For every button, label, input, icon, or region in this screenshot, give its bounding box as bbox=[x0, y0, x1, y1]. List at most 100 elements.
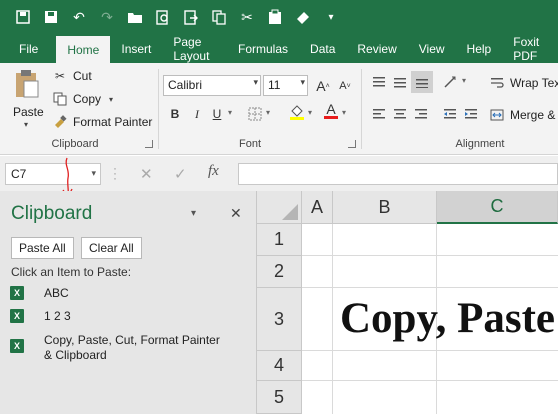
wrap-text-button[interactable]: Wrap Tex bbox=[489, 76, 558, 90]
close-icon[interactable]: ✕ bbox=[230, 205, 242, 222]
tab-foxit-pdf[interactable]: Foxit PDF bbox=[502, 34, 558, 63]
enter-icon[interactable]: ✓ bbox=[174, 165, 187, 183]
merge-center-button[interactable]: Merge & bbox=[489, 108, 555, 122]
paste-all-button[interactable]: Paste All bbox=[11, 237, 74, 259]
format-painter-label: Format Painter bbox=[73, 115, 153, 129]
align-left-button[interactable] bbox=[370, 105, 388, 123]
export-icon[interactable] bbox=[180, 6, 202, 28]
align-middle-icon bbox=[394, 78, 406, 88]
chevron-down-icon[interactable]: ▾ bbox=[308, 108, 312, 117]
clear-all-button[interactable]: Clear All bbox=[81, 237, 142, 259]
row-header-4[interactable]: 4 bbox=[257, 351, 302, 381]
clipboard-item[interactable]: X 1 2 3 bbox=[10, 309, 71, 324]
redo-icon[interactable]: ↷ bbox=[96, 6, 118, 28]
tab-data[interactable]: Data bbox=[299, 34, 346, 63]
align-bottom-button[interactable] bbox=[411, 71, 433, 93]
tab-formulas[interactable]: Formulas bbox=[227, 34, 299, 63]
format-painter-button[interactable]: Format Painter bbox=[52, 115, 152, 129]
worksheet-grid[interactable]: A B C 1 2 3 4 5 Copy, Paste bbox=[257, 191, 558, 414]
tab-insert[interactable]: Insert bbox=[110, 34, 162, 63]
chevron-down-icon: ▾ bbox=[109, 94, 114, 104]
bold-label: B bbox=[170, 107, 180, 121]
tab-home[interactable]: Home bbox=[56, 36, 111, 63]
format-painter-icon[interactable] bbox=[292, 6, 314, 28]
chevron-down-icon[interactable]: ▾ bbox=[266, 108, 270, 117]
gridline bbox=[302, 350, 558, 351]
clipboard-pane: Clipboard ▾ ✕ Paste All Clear All Click … bbox=[0, 191, 257, 414]
chevron-down-icon[interactable]: ▾ bbox=[462, 76, 466, 85]
align-middle-button[interactable] bbox=[391, 73, 409, 91]
chevron-down-icon[interactable]: ▾ bbox=[342, 108, 346, 117]
cancel-icon[interactable]: ✕ bbox=[140, 165, 153, 183]
merge-label: Merge & bbox=[510, 108, 556, 122]
name-box-value: C7 bbox=[11, 167, 27, 181]
underline-button[interactable]: U bbox=[208, 105, 226, 123]
font-dialog-launcher[interactable] bbox=[348, 140, 356, 148]
group-divider bbox=[361, 69, 362, 149]
clipboard-item[interactable]: X ABC bbox=[10, 286, 69, 301]
align-top-icon bbox=[373, 77, 385, 87]
chevron-down-icon[interactable]: ▾ bbox=[228, 108, 232, 117]
cell-b3-text[interactable]: Copy, Paste bbox=[340, 294, 555, 343]
select-all-button[interactable] bbox=[257, 191, 302, 224]
chevron-down-icon: ▾ bbox=[91, 168, 96, 178]
fill-color-button[interactable] bbox=[288, 103, 306, 121]
clipboard-item-text: ABC bbox=[44, 286, 69, 300]
cut-button[interactable]: ✂ Cut bbox=[52, 69, 92, 83]
row-header-1[interactable]: 1 bbox=[257, 224, 302, 256]
decrease-indent-button[interactable] bbox=[441, 105, 459, 123]
font-color-button[interactable]: A bbox=[322, 101, 340, 119]
vertical-dots-icon[interactable]: · · · bbox=[113, 162, 117, 184]
align-center-icon bbox=[394, 109, 406, 119]
font-name-combo[interactable]: Calibri ▾ bbox=[163, 75, 261, 96]
row-header-3[interactable]: 3 bbox=[257, 288, 302, 351]
save-as-icon[interactable] bbox=[40, 6, 62, 28]
font-size-combo[interactable]: 11 ▾ bbox=[263, 75, 308, 96]
wrap-text-icon bbox=[489, 76, 505, 90]
column-header-a[interactable]: A bbox=[302, 191, 333, 224]
save-icon[interactable] bbox=[12, 6, 34, 28]
customize-qat-icon[interactable]: ▾ bbox=[320, 6, 342, 28]
row-header-2[interactable]: 2 bbox=[257, 256, 302, 288]
clipboard-item[interactable]: X Copy, Paste, Cut, Format Painter & Cli… bbox=[10, 333, 220, 363]
name-box[interactable]: C7 ▾ bbox=[5, 163, 101, 185]
copy-icon[interactable] bbox=[208, 6, 230, 28]
undo-icon[interactable]: ↶ bbox=[68, 6, 90, 28]
copy-icon bbox=[52, 92, 68, 106]
tab-file[interactable]: File bbox=[0, 34, 56, 63]
tab-help[interactable]: Help bbox=[456, 34, 503, 63]
align-right-button[interactable] bbox=[412, 105, 430, 123]
pane-instruction: Click an Item to Paste: bbox=[11, 265, 132, 279]
excel-icon: X bbox=[10, 339, 24, 353]
column-header-b[interactable]: B bbox=[333, 191, 437, 224]
bold-button[interactable]: B bbox=[166, 105, 184, 123]
grow-font-button[interactable]: A ˄ bbox=[314, 77, 332, 95]
orientation-button[interactable] bbox=[442, 73, 460, 91]
tab-page-layout[interactable]: Page Layout bbox=[162, 34, 227, 63]
increase-indent-button[interactable] bbox=[462, 105, 480, 123]
tab-review[interactable]: Review bbox=[346, 34, 407, 63]
open-icon[interactable] bbox=[124, 6, 146, 28]
paste-button[interactable]: Paste ▾ bbox=[8, 67, 48, 133]
font-color-swatch bbox=[324, 115, 338, 119]
cut-icon[interactable]: ✂ bbox=[236, 6, 258, 28]
insert-function-icon[interactable]: fx bbox=[208, 163, 219, 180]
scissors-icon: ✂ bbox=[54, 69, 66, 83]
clipboard-dialog-launcher[interactable] bbox=[145, 140, 153, 148]
align-top-button[interactable] bbox=[370, 73, 388, 91]
pane-options-icon[interactable]: ▾ bbox=[191, 208, 196, 219]
align-right-icon bbox=[415, 109, 427, 119]
shrink-font-button[interactable]: A ˅ bbox=[336, 77, 354, 95]
clipboard-icon[interactable] bbox=[264, 6, 286, 28]
print-preview-icon[interactable] bbox=[152, 6, 174, 28]
borders-button[interactable] bbox=[246, 105, 264, 123]
align-center-button[interactable] bbox=[391, 105, 409, 123]
clipboard-item-text: 1 2 3 bbox=[44, 309, 71, 323]
row-header-5[interactable]: 5 bbox=[257, 381, 302, 414]
italic-button[interactable]: I bbox=[188, 105, 206, 123]
decrease-indent-icon bbox=[444, 109, 456, 119]
column-header-c[interactable]: C bbox=[437, 191, 558, 224]
tab-view[interactable]: View bbox=[408, 34, 456, 63]
copy-button[interactable]: Copy ▾ bbox=[52, 92, 113, 106]
formula-input[interactable] bbox=[238, 163, 558, 185]
